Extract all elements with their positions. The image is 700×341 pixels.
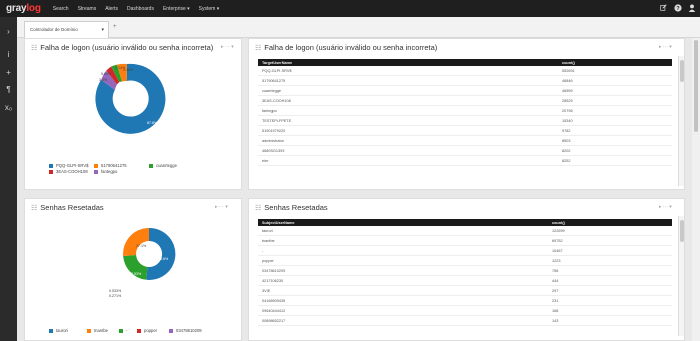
navbar-actions: ? (654, 3, 696, 12)
scrollbar-thumb[interactable] (680, 220, 684, 242)
pie-chart-senhas (123, 227, 176, 280)
widget-actions-icon[interactable]: ▸ ⋯ ▾ (659, 204, 672, 210)
plus-icon[interactable]: + (0, 68, 17, 77)
nav-dashboards[interactable]: Dashboards (127, 6, 154, 12)
table-row: PQQ-GLPI-SRV$ 552691 (258, 66, 672, 76)
table-scrollbar[interactable] (678, 56, 684, 186)
pie-label-orange: 27.1% (136, 244, 147, 248)
table-row: 09640444412 168 (258, 306, 672, 316)
dashboard-tabstrip: Controlador de Domínio ▾ + (17, 17, 700, 38)
grip-icon[interactable]: ☷ (255, 205, 261, 212)
legend-item[interactable]: fantegpo (94, 169, 117, 174)
legend-item[interactable]: taurori (49, 328, 68, 333)
widget-title: ☷ Falha de logon (usuário inválido ou sen… (255, 43, 438, 52)
widget-title: ☷ Senhas Resetadas (255, 203, 328, 212)
table-row: -10467 (258, 246, 672, 256)
table-row: eier 8252 (258, 156, 672, 166)
col-header[interactable]: SubjectUserName (262, 221, 295, 225)
slice-tnantbe (123, 228, 149, 256)
tab-label: Controlador de Domínio (30, 27, 78, 32)
grip-icon[interactable]: ☷ (255, 45, 261, 52)
pie-label-1: 5.63% (101, 72, 112, 76)
widget-table-logon: ☷ Falha de logon (usuário inválido ou sen… (248, 38, 685, 190)
legend-item[interactable]: 51790641275 (94, 163, 127, 168)
table-row: 00898652217 143 (258, 316, 672, 326)
table-row: tnantbe 69752 (258, 236, 672, 246)
pencil-icon[interactable] (659, 3, 668, 12)
user-icon[interactable] (687, 3, 696, 12)
widget-table-senhas: ☷ Senhas Resetadas ▸ ⋯ ▾ SubjectUserName … (248, 198, 685, 341)
pie-label-1: 0.533% (109, 289, 122, 293)
table-row: 04168909435 231 (258, 296, 672, 306)
widget-pie-senhas: ☷ Senhas Resetadas ▸ ⋯ ▾ 63.6% 27.1% 8.53… (24, 198, 242, 341)
legend-item[interactable]: cuanrtegge (149, 163, 177, 168)
logo-text-gray: gray (6, 3, 27, 14)
legend-item[interactable]: popper (137, 328, 157, 333)
scrollbar-thumb[interactable] (680, 60, 684, 82)
left-sidebar: › i + ¶ x₀ (0, 17, 17, 341)
legend-item[interactable]: 3EAS-COOH108 (49, 169, 88, 174)
pie-label-big: 63.6% (158, 257, 169, 261)
table-scrollbar[interactable] (678, 216, 684, 336)
col-header[interactable]: count() (552, 221, 565, 225)
nav-enterprise[interactable]: Enterprise ▾ (163, 6, 190, 12)
nav-alerts[interactable]: Alerts (105, 6, 118, 12)
legend-item[interactable]: PQQ-GLPI-SRV$ (49, 163, 89, 168)
legend-item[interactable]: - (119, 328, 127, 333)
table-row: fantegpo 20796 (258, 106, 672, 116)
table-row: 3VIE 297 (258, 286, 672, 296)
flag-icon[interactable]: ¶ (0, 85, 17, 94)
table-row: 4680SG1393 8202 (258, 146, 672, 156)
top-navbar: gray log Search Streams Alerts Dashboards… (0, 0, 700, 17)
page-scrollbar[interactable] (692, 38, 700, 341)
nav-system[interactable]: System ▾ (199, 6, 220, 12)
legend-item[interactable]: tnantbe (87, 328, 108, 333)
logo-text-log: log (26, 3, 41, 14)
table-row: 4217106230 444 (258, 276, 672, 286)
table-row: cuanrtegge 46559 (258, 86, 672, 96)
page-scrollbar-thumb[interactable] (694, 40, 698, 132)
pie-label-2: 3.4% (99, 78, 108, 82)
slice-dash (123, 255, 148, 280)
chevron-right-icon[interactable]: › (0, 27, 17, 36)
nav-streams[interactable]: Streams (78, 6, 97, 12)
widget-actions-icon[interactable]: ▸ ⋯ ▾ (659, 44, 672, 50)
table-row: popper 1223 (258, 256, 672, 266)
col-header[interactable]: TargetUserName (262, 61, 292, 65)
col-header[interactable]: count() (562, 61, 575, 65)
svg-text:?: ? (676, 6, 680, 12)
pie-label-big: 87.8% (147, 121, 158, 125)
x-subscript-icon[interactable]: x₀ (0, 103, 17, 112)
table-row: administrator 8503 (258, 136, 672, 146)
pie-label-2: 0.271% (109, 294, 122, 298)
table-row: 03478610209 756 (258, 266, 672, 276)
pie-label-green: 8.53% (131, 272, 142, 276)
legend-item[interactable]: 03478610209 (169, 328, 202, 333)
table-row: taurori 122699 (258, 226, 672, 236)
main-nav: Search Streams Alerts Dashboards Enterpr… (53, 6, 228, 12)
help-icon[interactable]: ? (673, 3, 682, 12)
nav-search[interactable]: Search (53, 6, 69, 12)
add-tab-button[interactable]: + (113, 24, 117, 30)
table-row: TESTEPLFPETE 15340 (258, 116, 672, 126)
tab-controlador-de-dominio[interactable]: Controlador de Domínio ▾ (24, 21, 109, 38)
pie-label-4: 1.14% (115, 66, 126, 70)
widget-pie-logon: ☷ Falha de logon (usuário inválido ou sen… (24, 38, 242, 190)
table-row: 51901979220 9782 (258, 126, 672, 136)
table-row: 51790641275 46846 (258, 76, 672, 86)
table-header: SubjectUserName count() (258, 219, 672, 226)
table-header: TargetUserName count() (258, 59, 672, 66)
table-row: 3EAS-COOH108 28529 (258, 96, 672, 106)
info-icon[interactable]: i (0, 50, 17, 59)
graylog-logo[interactable]: gray log (6, 0, 41, 17)
slice-taurori (146, 227, 176, 280)
chevron-down-icon[interactable]: ▾ (101, 27, 104, 33)
